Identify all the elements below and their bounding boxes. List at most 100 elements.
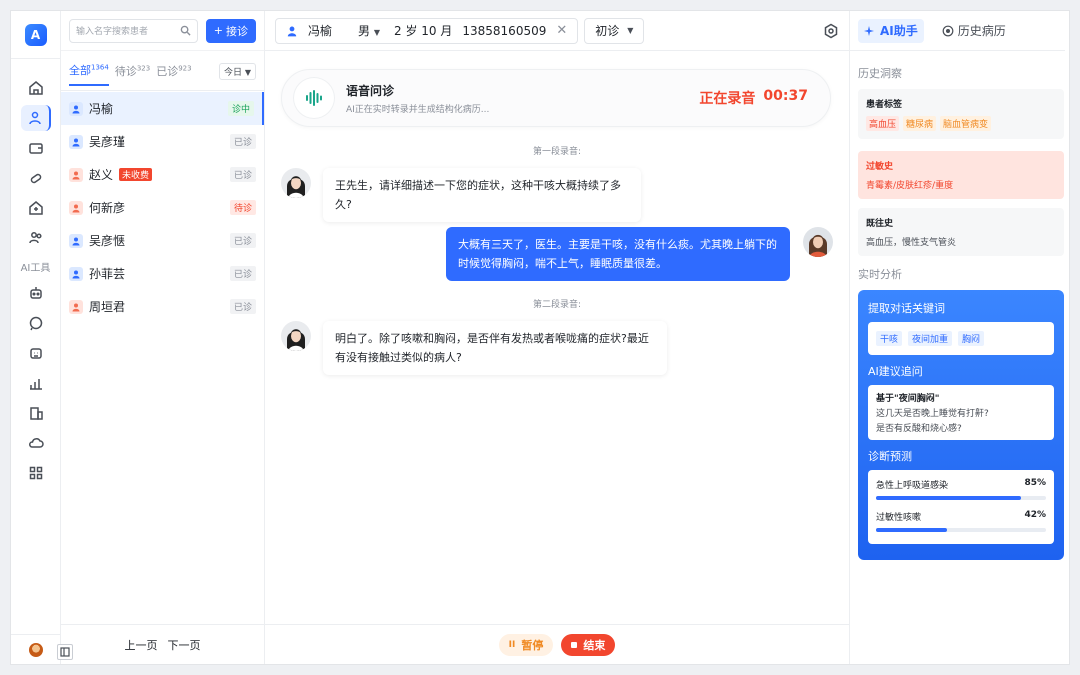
realtime-analysis-card: 提取对话关键词 干咳 夜间加重 胸闷 AI建议追问 基于"夜间胸闷" 这几天是否… — [858, 290, 1064, 560]
ai-bot-icon[interactable] — [21, 280, 51, 306]
patient-name: 何新彦 — [89, 201, 126, 215]
wallet-icon[interactable] — [21, 135, 51, 161]
past-history-card: 既往史 高血压，慢性支气管炎 — [858, 208, 1064, 256]
voice-subtitle: AI正在实时转录并生成结构化病历... — [346, 104, 490, 115]
admit-button[interactable]: + 接诊 — [205, 18, 256, 43]
pause-label: 暂停 — [521, 638, 544, 652]
patient-row[interactable]: 何新彦 待诊 — [61, 191, 264, 224]
hospital-icon[interactable] — [21, 195, 51, 221]
search-icon — [180, 25, 191, 36]
status-badge: 待诊 — [229, 200, 256, 215]
status-badge: 诊中 — [227, 101, 254, 116]
status-badge: 已诊 — [229, 299, 256, 314]
voice-wave-icon — [294, 78, 334, 118]
patient-name: 周垣君 — [89, 300, 126, 314]
user-avatar[interactable] — [29, 642, 43, 657]
search-placeholder[interactable]: 输入名字搜索患者 — [76, 24, 180, 37]
visit-type-select[interactable]: 初诊 ▼ — [584, 17, 645, 44]
tab-ai-assistant[interactable]: AI助手 — [858, 18, 924, 43]
patient-search-input[interactable]: 输入名字搜索患者 — [69, 18, 198, 43]
pagination: 上一页 下一页 — [61, 624, 264, 664]
tags-title: 患者标签 — [866, 100, 903, 110]
prev-page-link[interactable]: 上一页 — [125, 637, 158, 653]
tab-done[interactable]: 已诊923 — [156, 57, 191, 85]
suggested-question[interactable]: 是否有反酸和烧心感? — [876, 421, 1046, 434]
app-window: A AI工具 输入名字搜索患者 + 接诊 全部1364 待诊323 已诊923 … — [10, 10, 1070, 665]
consultation-panel: 冯榆 男 ▼ 2 岁 10 月 13858160509 ✕ 初诊 ▼ 语音问诊 … — [265, 11, 849, 664]
segment-label: 第二段录音: — [532, 300, 582, 310]
plus-icon: + — [213, 24, 223, 37]
diagnosis-card: 急性上呼吸道感染 85% 过敏性咳嗽 42% — [868, 470, 1054, 544]
patient-row[interactable]: 周垣君 已诊 — [61, 290, 264, 323]
patient-name: 孙菲芸 — [89, 267, 126, 281]
right-tabs: AI助手 历史病历 — [850, 11, 1065, 51]
chat-icon[interactable] — [21, 310, 51, 336]
date-filter-dropdown[interactable]: 今日 ▼ — [218, 63, 256, 80]
diagnosis-percent: 42% — [1024, 510, 1046, 520]
next-page-link[interactable]: 下一页 — [168, 637, 201, 653]
diagnosis-bar — [876, 496, 1046, 500]
patient-row[interactable]: 孙菲芸 已诊 — [61, 257, 264, 290]
tab-all[interactable]: 全部1364 — [69, 56, 109, 86]
keyword-tag[interactable]: 干咳 — [876, 331, 903, 346]
status-badge: 已诊 — [229, 167, 256, 182]
gender-select[interactable]: 男 ▼ — [358, 22, 380, 39]
chevron-down-icon: ▼ — [373, 28, 381, 37]
tab-history-records[interactable]: 历史病历 — [936, 19, 1012, 43]
male-user-icon — [69, 101, 83, 116]
patient-avatar — [803, 227, 833, 257]
patient-list-panel: 输入名字搜索患者 + 接诊 全部1364 待诊323 已诊923 今日 ▼ 冯榆… — [57, 11, 265, 664]
patient-row[interactable]: 赵义 未收费 已诊 — [61, 158, 264, 191]
robot-icon[interactable] — [21, 340, 51, 366]
tab-waiting[interactable]: 待诊323 — [115, 57, 150, 85]
diagnosis-bar-fill — [876, 528, 948, 532]
analytics-icon[interactable] — [21, 370, 51, 396]
tag: 糖尿病 — [903, 116, 937, 131]
ai-tools-label: AI工具 — [20, 263, 51, 274]
home-icon[interactable] — [21, 75, 51, 101]
allergy-title: 过敏史 — [866, 162, 894, 172]
sidebar-collapse-icon[interactable] — [57, 644, 73, 660]
status-badge: 已诊 — [229, 134, 256, 149]
patient-phone: 13858160509 — [462, 23, 547, 38]
doctor-message: 明白了。除了咳嗽和胸闷，是否伴有发热或者喉咙痛的症状?最近有没有接触过类似的病人… — [323, 321, 667, 375]
allergy-card: 过敏史 青霉素/皮肤红疹/重度 — [858, 151, 1064, 199]
user-avatar-area[interactable] — [11, 634, 61, 664]
realtime-analysis-heading: 实时分析 — [858, 268, 902, 281]
app-logo: A — [24, 24, 47, 46]
cloud-icon[interactable] — [21, 430, 51, 456]
pill-icon[interactable] — [21, 165, 51, 191]
doctor-avatar — [281, 321, 311, 351]
patients-icon[interactable] — [20, 105, 51, 131]
current-patient-name: 冯榆 — [308, 24, 333, 38]
diagnosis-heading: 诊断预测 — [868, 450, 912, 463]
pause-icon: II — [508, 639, 516, 650]
suggest-basis: 基于"夜间胸闷" — [876, 394, 940, 404]
keyword-tag[interactable]: 夜间加重 — [908, 331, 953, 346]
apps-grid-icon[interactable] — [21, 460, 51, 486]
patient-row[interactable]: 吴彦瑾 已诊 — [61, 125, 264, 158]
pause-button[interactable]: II 暂停 — [498, 633, 554, 656]
stop-button[interactable]: 结束 — [561, 633, 616, 656]
female-user-icon — [69, 200, 83, 215]
diagnosis-bar — [876, 528, 1046, 532]
building-icon[interactable] — [21, 400, 51, 426]
keywords-heading: 提取对话关键词 — [868, 302, 945, 315]
unpaid-badge: 未收费 — [119, 168, 153, 181]
patient-name: 赵义 — [89, 168, 114, 182]
suggested-question[interactable]: 这几天是否晚上睡觉有打鼾? — [876, 406, 1046, 419]
recording-status: 正在录音 00:37 — [699, 88, 808, 108]
patient-row[interactable]: 冯榆 诊中 — [61, 92, 264, 125]
patient-row[interactable]: 吴彦惬 已诊 — [61, 224, 264, 257]
nav-rail: A AI工具 — [10, 11, 61, 664]
diagnosis-bar-fill — [876, 496, 1021, 500]
ai-assistant-panel: AI助手 历史病历 历史洞察 患者标签 高血压 糖尿病 脑血管病变 过敏史 青霉… — [849, 11, 1065, 664]
settings-icon[interactable] — [823, 23, 839, 39]
keyword-tag[interactable]: 胸闷 — [958, 331, 985, 346]
team-icon[interactable] — [21, 225, 51, 251]
current-patient-box[interactable]: 冯榆 男 ▼ 2 岁 10 月 13858160509 ✕ — [275, 17, 579, 44]
female-user-icon — [69, 299, 83, 314]
recording-label: 正在录音 — [699, 91, 756, 107]
close-icon[interactable]: ✕ — [556, 23, 567, 38]
male-user-icon — [69, 233, 83, 248]
